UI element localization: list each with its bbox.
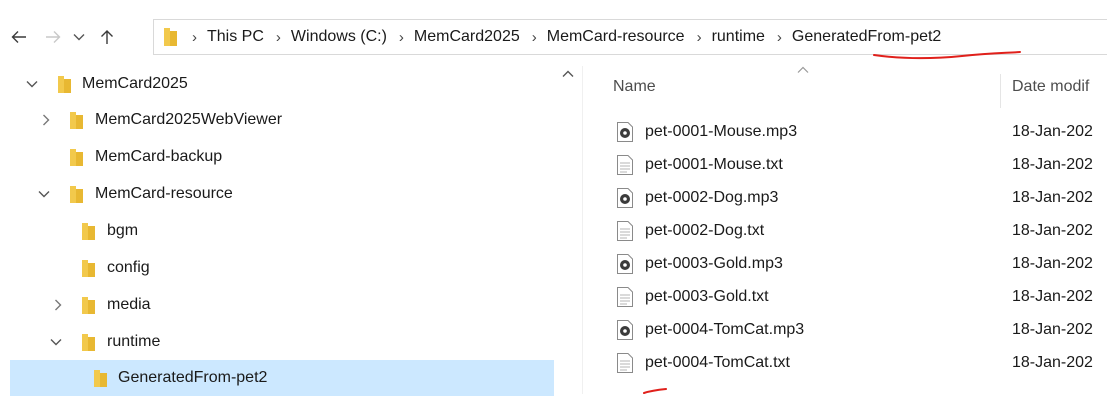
chevron-down-icon[interactable] — [24, 76, 40, 92]
breadcrumb-separator-icon[interactable]: › — [532, 29, 537, 46]
file-date: 18-Jan-202 — [1012, 123, 1093, 140]
tree-item-label: runtime — [107, 333, 161, 350]
tree-item-bgm[interactable]: bgm — [0, 213, 556, 249]
file-row[interactable]: pet-0001-Mouse.txt 18-Jan-202 — [583, 149, 1107, 182]
folder-icon — [58, 75, 71, 93]
text-file-icon — [617, 353, 633, 373]
chevron-right-icon[interactable] — [50, 297, 66, 313]
file-row[interactable]: pet-0004-TomCat.txt 18-Jan-202 — [583, 347, 1107, 380]
folder-icon — [94, 369, 107, 387]
file-name: pet-0004-TomCat.txt — [645, 354, 790, 371]
navigation-pane: MemCard2025 MemCard2025WebViewer MemCard… — [0, 66, 582, 396]
file-date: 18-Jan-202 — [1012, 354, 1093, 371]
navigation-bar: › This PC › Windows (C:) › MemCard2025 ›… — [0, 0, 1107, 66]
folder-icon — [82, 259, 95, 277]
file-date: 18-Jan-202 — [1012, 321, 1093, 338]
file-name: pet-0001-Mouse.mp3 — [645, 123, 798, 140]
breadcrumb-this-pc[interactable]: This PC — [207, 28, 264, 46]
column-header-date-modified[interactable]: Date modif — [1012, 78, 1089, 96]
column-header-name[interactable]: Name — [613, 78, 656, 96]
audio-file-icon — [617, 254, 633, 274]
tree-item-memcard2025webviewer[interactable]: MemCard2025WebViewer — [0, 102, 556, 138]
folder-icon — [82, 296, 95, 314]
file-name: pet-0002-Dog.mp3 — [645, 189, 779, 206]
chevron-down-icon — [73, 34, 85, 41]
tree-item-runtime[interactable]: runtime — [0, 324, 556, 360]
text-file-icon — [617, 221, 633, 241]
tree-item-label: config — [107, 259, 150, 276]
column-resize-handle[interactable] — [1000, 74, 1001, 108]
audio-file-icon — [617, 122, 633, 142]
file-name: pet-0004-TomCat.mp3 — [645, 321, 805, 338]
tree-item-memcard-resource[interactable]: MemCard-resource — [0, 176, 556, 212]
breadcrumb-windows-c[interactable]: Windows (C:) — [291, 28, 387, 46]
sort-ascending-icon — [797, 66, 809, 73]
breadcrumb-separator-icon[interactable]: › — [192, 29, 197, 46]
back-arrow-icon — [11, 31, 26, 43]
tree-item-generatedfrom-pet2[interactable]: GeneratedFrom-pet2 — [10, 360, 554, 396]
tree-item-label: MemCard2025WebViewer — [95, 111, 283, 128]
tree-item-memcard-backup[interactable]: MemCard-backup — [0, 139, 556, 175]
file-row[interactable]: pet-0002-Dog.txt 18-Jan-202 — [583, 215, 1107, 248]
breadcrumb-generatedfrom-pet2[interactable]: GeneratedFrom-pet2 — [792, 28, 941, 46]
folder-icon — [164, 28, 177, 46]
tree-item-label: bgm — [107, 222, 139, 239]
forward-arrow-icon — [46, 31, 61, 43]
tree-item-label: MemCard2025 — [82, 75, 188, 92]
tree-item-label: MemCard-backup — [95, 148, 223, 165]
tree-item-config[interactable]: config — [0, 250, 556, 286]
folder-icon — [70, 148, 83, 166]
breadcrumb-separator-icon[interactable]: › — [777, 29, 782, 46]
file-row[interactable]: pet-0004-TomCat.mp3 18-Jan-202 — [583, 314, 1107, 347]
file-name: pet-0001-Mouse.txt — [645, 156, 783, 173]
tree-item-label: GeneratedFrom-pet2 — [118, 369, 268, 386]
file-date: 18-Jan-202 — [1012, 189, 1093, 206]
file-list-pane: Name Date modif pet-0001-Mouse.mp3 18-Ja… — [583, 66, 1107, 394]
file-name: pet-0003-Gold.txt — [645, 288, 769, 305]
file-row[interactable]: pet-0002-Dog.mp3 18-Jan-202 — [583, 182, 1107, 215]
forward-button[interactable] — [42, 26, 64, 48]
tree-item-label: MemCard-resource — [95, 185, 233, 202]
chevron-down-icon[interactable] — [48, 334, 64, 350]
file-date: 18-Jan-202 — [1012, 288, 1093, 305]
file-date: 18-Jan-202 — [1012, 222, 1093, 239]
folder-icon — [82, 222, 95, 240]
file-row[interactable]: pet-0003-Gold.txt 18-Jan-202 — [583, 281, 1107, 314]
breadcrumb-runtime[interactable]: runtime — [712, 28, 765, 46]
text-file-icon — [617, 287, 633, 307]
breadcrumb-separator-icon[interactable]: › — [276, 29, 281, 46]
up-button[interactable] — [96, 26, 118, 48]
chevron-right-icon[interactable] — [38, 112, 54, 128]
red-annotation-mark — [643, 388, 667, 394]
tree-item-media[interactable]: media — [0, 287, 556, 323]
up-arrow-icon — [101, 30, 113, 44]
audio-file-icon — [617, 320, 633, 340]
tree-item-memcard2025[interactable]: MemCard2025 — [0, 66, 556, 102]
text-file-icon — [617, 155, 633, 175]
scroll-up-icon[interactable] — [562, 70, 574, 78]
breadcrumb-separator-icon[interactable]: › — [697, 29, 702, 46]
red-annotation-underline — [873, 51, 1021, 60]
chevron-down-icon[interactable] — [36, 186, 52, 202]
file-row[interactable]: pet-0001-Mouse.mp3 18-Jan-202 — [583, 116, 1107, 149]
back-button[interactable] — [8, 26, 30, 48]
folder-icon — [70, 185, 83, 203]
file-row[interactable]: pet-0003-Gold.mp3 18-Jan-202 — [583, 248, 1107, 281]
breadcrumb-separator-icon[interactable]: › — [399, 29, 404, 46]
tree-item-label: media — [107, 296, 151, 313]
recent-locations-button[interactable] — [68, 26, 90, 48]
breadcrumb-memcard2025[interactable]: MemCard2025 — [414, 28, 520, 46]
file-date: 18-Jan-202 — [1012, 156, 1093, 173]
file-date: 18-Jan-202 — [1012, 255, 1093, 272]
folder-icon — [70, 111, 83, 129]
audio-file-icon — [617, 188, 633, 208]
file-name: pet-0002-Dog.txt — [645, 222, 765, 239]
folder-icon — [82, 333, 95, 351]
file-name: pet-0003-Gold.mp3 — [645, 255, 783, 272]
breadcrumb-memcard-resource[interactable]: MemCard-resource — [547, 28, 685, 46]
column-header-row: Name Date modif — [583, 66, 1107, 110]
